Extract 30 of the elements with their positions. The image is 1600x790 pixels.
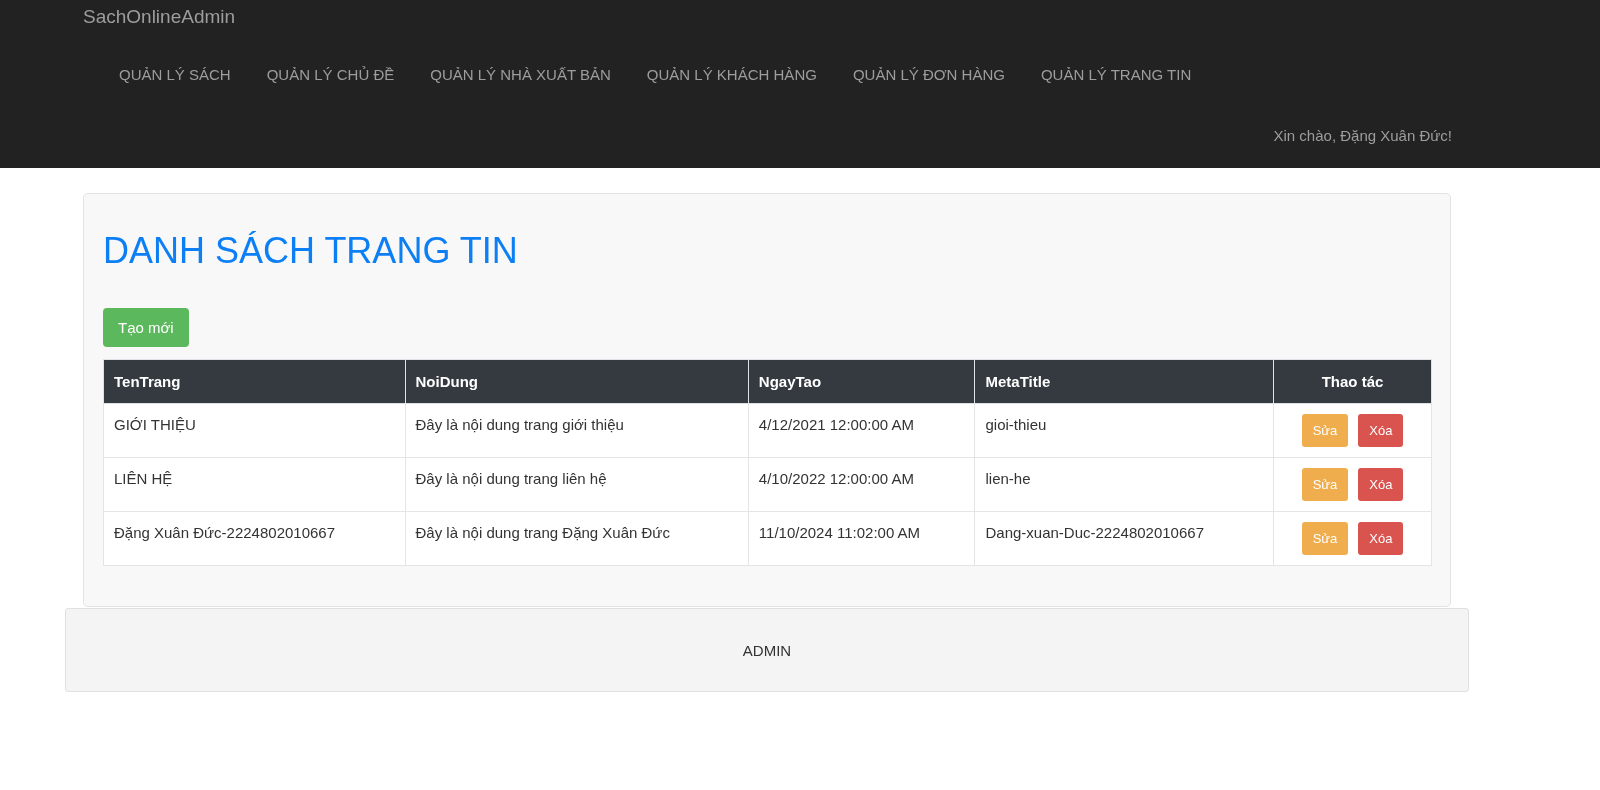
nav-link[interactable]: QUẢN LÝ ĐƠN HÀNG xyxy=(852,66,1005,83)
column-header: MetaTitle xyxy=(975,359,1274,404)
column-header: Thao tác xyxy=(1273,359,1432,404)
nav-link[interactable]: QUẢN LÝ KHÁCH HÀNG xyxy=(646,66,817,83)
brand-link[interactable]: SachOnlineAdmin xyxy=(83,0,1452,36)
footer-text: ADMIN xyxy=(742,641,792,659)
table-cell: lien-he xyxy=(975,457,1274,512)
delete-button[interactable]: Xóa xyxy=(1358,468,1404,501)
greeting-text: Xin chào, Đặng Xuân Đức! xyxy=(1273,127,1452,144)
table-cell: Dang-xuan-Duc-2224802010667 xyxy=(975,511,1274,566)
column-header: NgayTao xyxy=(748,359,975,404)
table-cell: Đây là nội dung trang giới thiệu xyxy=(405,403,749,458)
table-cell: Đây là nội dung trang liên hệ xyxy=(405,457,749,512)
delete-button[interactable]: Xóa xyxy=(1358,522,1404,555)
table-cell: Đây là nội dung trang Đặng Xuân Đức xyxy=(405,511,749,566)
table-cell: 11/10/2024 11:02:00 AM xyxy=(748,511,975,566)
table-cell: GIỚI THIỆU xyxy=(103,403,406,458)
table-cell: 4/12/2021 12:00:00 AM xyxy=(748,403,975,458)
table-cell: 4/10/2022 12:00:00 AM xyxy=(748,457,975,512)
nav-link[interactable]: QUẢN LÝ TRANG TIN xyxy=(1040,66,1192,83)
page-title: DANH SÁCH TRANG TIN xyxy=(103,230,519,272)
table-cell: Đặng Xuân Đức-2224802010667 xyxy=(103,511,406,566)
delete-button[interactable]: Xóa xyxy=(1358,414,1404,447)
table-cell: gioi-thieu xyxy=(975,403,1274,458)
table-cell: LIÊN HỆ xyxy=(103,457,406,512)
nav-link[interactable]: QUẢN LÝ NHÀ XUẤT BẢN xyxy=(430,66,611,83)
nav-link[interactable]: QUẢN LÝ CHỦ ĐỀ xyxy=(266,66,395,83)
nav-link[interactable]: QUẢN LÝ SÁCH xyxy=(119,66,231,83)
column-header: TenTrang xyxy=(103,359,406,404)
column-header: NoiDung xyxy=(405,359,749,404)
